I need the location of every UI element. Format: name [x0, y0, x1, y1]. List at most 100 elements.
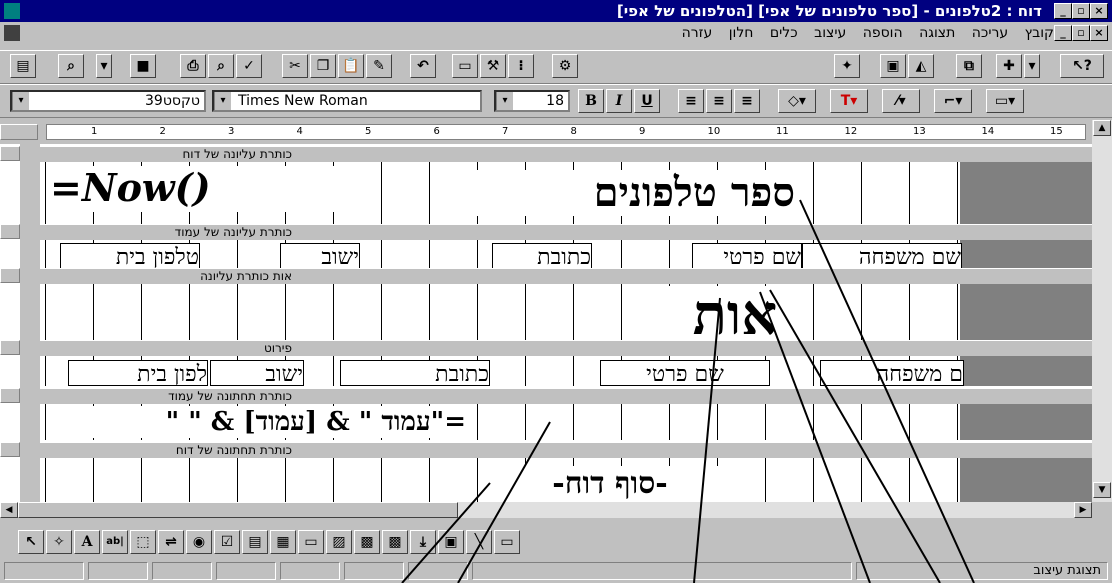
option-button-icon[interactable]: ◉	[186, 530, 212, 554]
vertical-scrollbar[interactable]: ▲ ▼	[1092, 120, 1112, 502]
phone-header-label[interactable]: טלפון בית	[60, 243, 200, 269]
lastname-textbox[interactable]: ם משפחה	[820, 360, 964, 386]
doc-restore-button[interactable]: ▫	[1072, 25, 1090, 41]
line-width-icon[interactable]: ⌐▾	[934, 89, 972, 113]
firstname-textbox[interactable]: שם פרטי	[600, 360, 770, 386]
lastname-header-label[interactable]: שם משפחה	[802, 243, 962, 269]
report-selector[interactable]	[0, 124, 38, 140]
page-number-textbox[interactable]: ="עמוד " & [עמוד] & " "	[46, 406, 466, 438]
print-preview-icon[interactable]: ⌕	[58, 54, 84, 78]
bound-object-icon[interactable]: ▩	[382, 530, 408, 554]
select-pointer-icon[interactable]: ↖	[18, 530, 44, 554]
close-button[interactable]: ×	[1090, 3, 1108, 19]
city-textbox[interactable]: ישוב	[210, 360, 304, 386]
section-selector[interactable]	[0, 442, 20, 457]
band-page-header[interactable]: כותרת עליונה של עמוד	[40, 224, 1092, 241]
builder-icon[interactable]: ◭	[908, 54, 934, 78]
help-icon[interactable]: ↖?	[1060, 54, 1104, 78]
scroll-up-icon[interactable]: ▲	[1093, 120, 1111, 136]
line-color-icon[interactable]: ⁄▾	[882, 89, 920, 113]
scroll-left-icon[interactable]: ◀	[0, 502, 18, 518]
listbox-icon[interactable]: ▦	[270, 530, 296, 554]
toggle-button-icon[interactable]: ⇌	[158, 530, 184, 554]
properties-icon[interactable]: ▣	[880, 54, 906, 78]
band-report-footer[interactable]: כותרת תחתונה של דוח	[40, 442, 1092, 459]
sorting-icon[interactable]: ⁝	[508, 54, 534, 78]
print-icon[interactable]: ⎙	[180, 54, 206, 78]
phone-textbox[interactable]: לפון בית	[68, 360, 208, 386]
minimize-button[interactable]: _	[1054, 3, 1072, 19]
chevron-down-icon[interactable]: ▾	[12, 92, 29, 110]
chevron-down-icon[interactable]: ▾	[96, 54, 112, 78]
combobox-icon[interactable]: ▤	[242, 530, 268, 554]
section-selector[interactable]	[0, 268, 20, 283]
menu-insert[interactable]: הוספה	[863, 25, 903, 41]
band-detail[interactable]: פירוט	[40, 340, 1092, 357]
new-object-icon[interactable]: ✚	[996, 54, 1022, 78]
now-textbox[interactable]: =Now()	[50, 166, 380, 212]
app-icon[interactable]	[4, 3, 20, 19]
rectangle-icon[interactable]: ▭	[494, 530, 520, 554]
database-window-icon[interactable]: ⧉	[956, 54, 982, 78]
menu-help[interactable]: עזרה	[682, 25, 713, 41]
subform-icon[interactable]: ▣	[438, 530, 464, 554]
section-page-header[interactable]: שם משפחה שם פרטי כתובת ישוב טלפון בית	[40, 240, 1092, 269]
scroll-thumb[interactable]	[18, 502, 458, 518]
address-textbox[interactable]: כתובת	[340, 360, 490, 386]
doc-minimize-button[interactable]: _	[1054, 25, 1072, 41]
end-of-report-label[interactable]: -סוף דוח-	[500, 466, 720, 502]
report-title-label[interactable]: ספר טלפונים	[445, 170, 795, 216]
chevron-down-icon[interactable]: ▾	[214, 92, 231, 110]
font-color-icon[interactable]: T▾	[830, 89, 868, 113]
section-letter-header[interactable]: אות	[40, 284, 1092, 342]
font-size-select[interactable]: ▾ 18	[494, 90, 570, 112]
section-page-footer[interactable]: ="עמוד " & [עמוד] & " "	[40, 404, 1092, 440]
object-select[interactable]: טקסט39 ▾	[10, 90, 206, 112]
preview-icon[interactable]: ⌕	[208, 54, 234, 78]
view-icon[interactable]: ▤	[10, 54, 36, 78]
menu-file[interactable]: קובץ	[1025, 25, 1054, 41]
field-list-icon[interactable]: ▭	[452, 54, 478, 78]
checkbox-icon[interactable]: ☑	[214, 530, 240, 554]
chevron-down-icon[interactable]: ▾	[496, 92, 513, 110]
restore-button[interactable]: ▫	[1072, 3, 1090, 19]
italic-button[interactable]: I	[606, 89, 632, 113]
image-icon[interactable]: ▨	[326, 530, 352, 554]
toolbox-icon[interactable]: ⚒	[480, 54, 506, 78]
wizard-icon[interactable]: ✧	[46, 530, 72, 554]
spelling-icon[interactable]: ✓	[236, 54, 262, 78]
align-right-icon[interactable]: ≡	[734, 89, 760, 113]
band-report-header[interactable]: כותרת עליונה של דוח	[40, 146, 1092, 163]
line-icon[interactable]: ╲	[466, 530, 492, 554]
section-report-footer[interactable]: -סוף דוח-	[40, 458, 1092, 502]
section-selector[interactable]	[0, 224, 20, 239]
menu-window[interactable]: חלון	[729, 25, 754, 41]
textbox-tool-icon[interactable]: ab|	[102, 530, 128, 554]
save-icon[interactable]: ■	[130, 54, 156, 78]
align-left-icon[interactable]: ≡	[678, 89, 704, 113]
address-header-label[interactable]: כתובת	[492, 243, 592, 269]
option-group-icon[interactable]: ⬚	[130, 530, 156, 554]
build-icon[interactable]: ✦	[834, 54, 860, 78]
doc-close-button[interactable]: ×	[1090, 25, 1108, 41]
code-icon[interactable]: ⚙	[552, 54, 578, 78]
fill-color-icon[interactable]: ◇▾	[778, 89, 816, 113]
band-letter-header[interactable]: אות כותרת עליונה	[40, 268, 1092, 285]
paste-icon[interactable]: 📋	[338, 54, 364, 78]
band-page-footer[interactable]: כותרת תחתונה של עמוד	[40, 388, 1092, 405]
font-select[interactable]: ▾ Times New Roman	[212, 90, 482, 112]
chevron-down-icon[interactable]: ▾	[1024, 54, 1040, 78]
menu-tools[interactable]: כלים	[770, 25, 798, 41]
section-detail[interactable]: ם משפחה שם פרטי כתובת ישוב לפון בית	[40, 356, 1092, 386]
format-painter-icon[interactable]: ✎	[366, 54, 392, 78]
section-report-header[interactable]: =Now() ספר טלפונים	[40, 162, 1092, 224]
align-center-icon[interactable]: ≡	[706, 89, 732, 113]
cut-icon[interactable]: ✂	[282, 54, 308, 78]
menu-format[interactable]: עיצוב	[814, 25, 846, 41]
menu-edit[interactable]: עריכה	[972, 25, 1008, 41]
city-header-label[interactable]: ישוב	[280, 243, 360, 269]
command-button-icon[interactable]: ▭	[298, 530, 324, 554]
undo-icon[interactable]: ↶	[410, 54, 436, 78]
underline-button[interactable]: U	[634, 89, 660, 113]
menu-view[interactable]: תצוגה	[919, 25, 955, 41]
